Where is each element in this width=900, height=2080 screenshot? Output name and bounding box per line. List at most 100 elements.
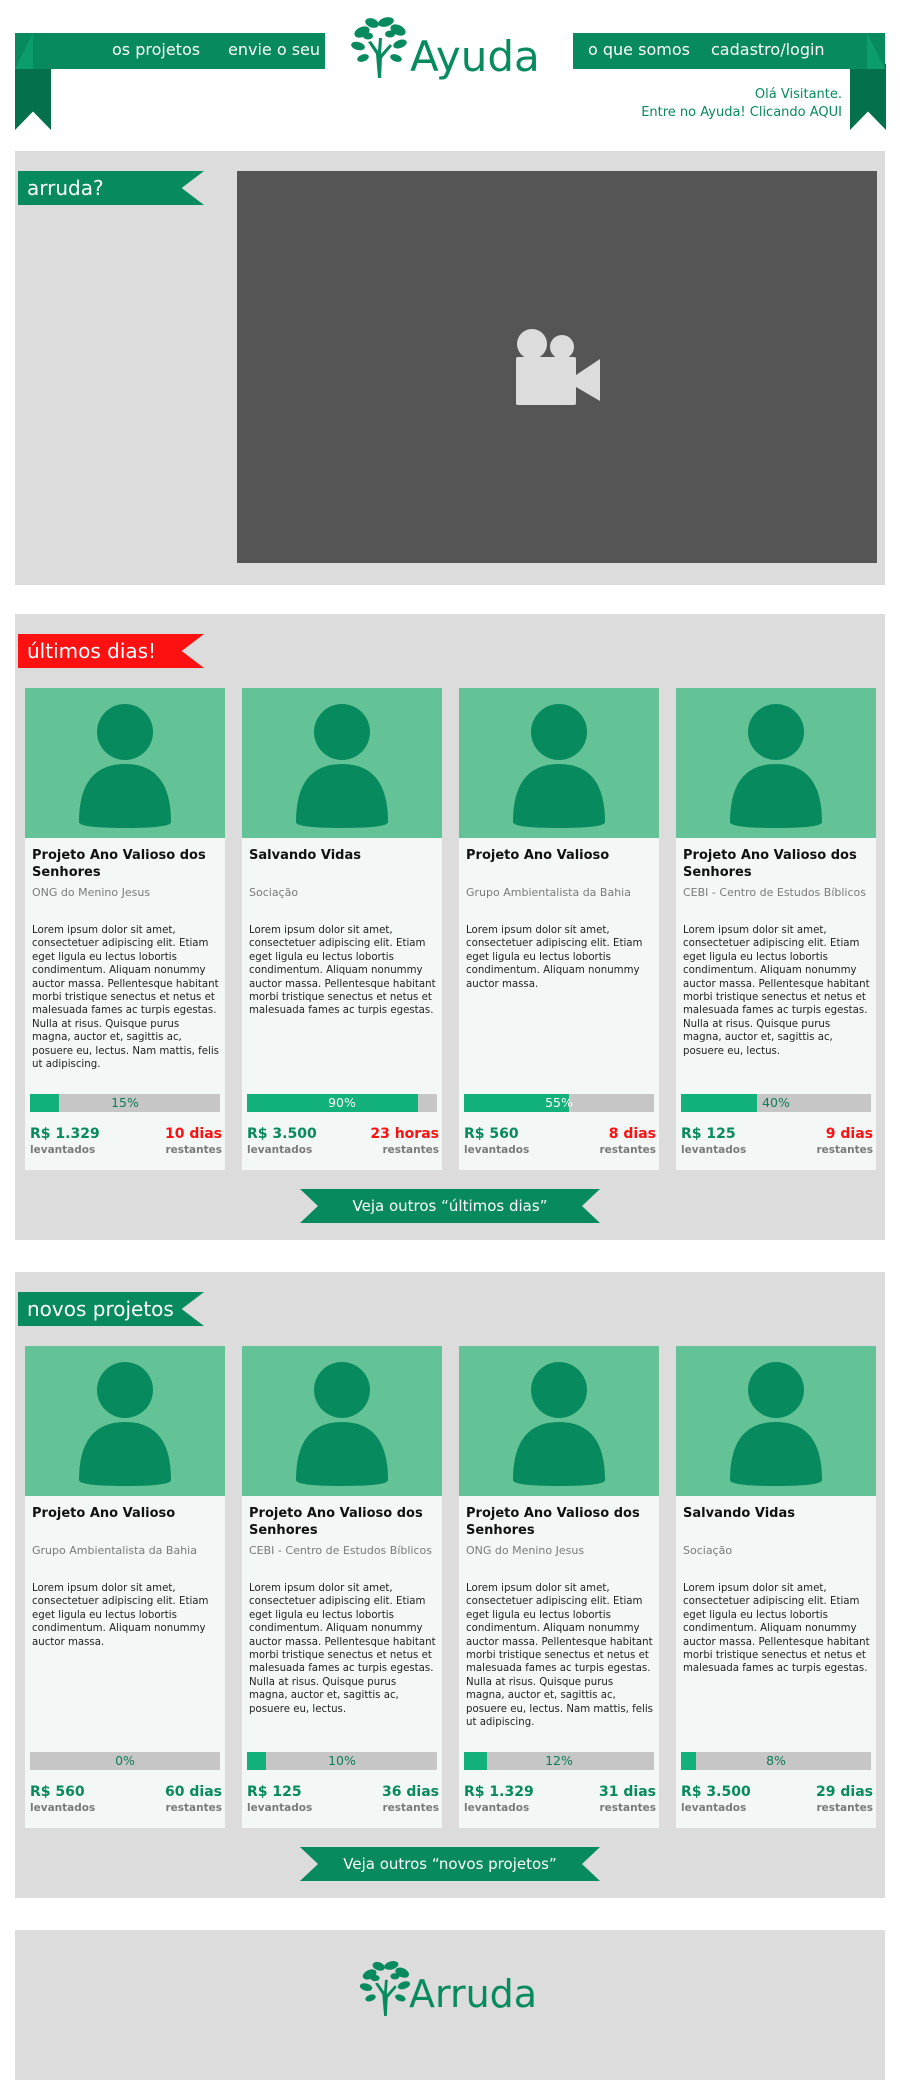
user-avatar-icon xyxy=(296,704,388,828)
project-description: Lorem ipsum dolor sit amet, consectetuer… xyxy=(683,925,870,1057)
user-avatar-icon xyxy=(730,1362,822,1486)
section-flag-novos-projetos: novos projetos xyxy=(18,1292,204,1326)
project-title[interactable]: Projeto Ano Valioso dos Senhores xyxy=(466,1505,654,1539)
project-organization: Grupo Ambientalista da Bahia xyxy=(466,886,631,899)
project-description: Lorem ipsum dolor sit amet, consectetuer… xyxy=(683,1583,870,1675)
project-title[interactable]: Projeto Ano Valioso xyxy=(466,847,654,864)
funding-progress-bar: 90% xyxy=(247,1094,437,1112)
time-remaining: 23 horas xyxy=(370,1126,439,1142)
project-title[interactable]: Projeto Ano Valioso dos Senhores xyxy=(249,1505,437,1539)
project-image[interactable] xyxy=(676,1346,876,1496)
user-avatar-icon xyxy=(79,1362,171,1486)
nav-link-cadastro-login[interactable]: cadastro/login xyxy=(711,40,825,59)
more-ultimos-dias-button[interactable]: Veja outros “últimos dias” xyxy=(300,1189,600,1223)
project-description: Lorem ipsum dolor sit amet, consectetuer… xyxy=(466,925,643,990)
project-organization: ONG do Menino Jesus xyxy=(466,1544,585,1557)
project-organization: CEBI - Centro de Estudos Bíblicos xyxy=(683,886,866,899)
funding-progress-bar: 55% xyxy=(464,1094,654,1112)
time-remaining: 29 dias xyxy=(816,1784,873,1800)
video-player[interactable] xyxy=(237,171,877,563)
site-logo[interactable]: Ayuda xyxy=(348,14,548,84)
project-title[interactable]: Projeto Ano Valioso dos Senhores xyxy=(32,847,220,881)
project-title[interactable]: Salvando Vidas xyxy=(249,847,437,864)
time-remaining: 36 dias xyxy=(382,1784,439,1800)
project-title[interactable]: Projeto Ano Valioso dos Senhores xyxy=(683,847,871,881)
project-organization: Sociação xyxy=(249,886,299,899)
funding-progress-label: 40% xyxy=(762,1095,790,1110)
time-remaining: 8 dias xyxy=(608,1126,656,1142)
amount-raised: R$ 1.329 xyxy=(30,1126,100,1142)
project-image[interactable] xyxy=(242,1346,442,1496)
project-organization: ONG do Menino Jesus xyxy=(32,886,151,899)
time-remaining-label: restantes xyxy=(165,1144,222,1156)
footer-logo-text: Arruda xyxy=(409,1972,538,2016)
funding-progress-label: 8% xyxy=(766,1753,786,1768)
time-remaining: 31 dias xyxy=(599,1784,656,1800)
project-image[interactable] xyxy=(459,1346,659,1496)
project-card[interactable]: Projeto Ano Valioso Grupo Ambientalista d… xyxy=(25,1346,225,1828)
project-card[interactable]: Projeto Ano Valioso dos Senhores ONG do M… xyxy=(459,1346,659,1828)
amount-raised-label: levantados xyxy=(464,1144,530,1156)
user-avatar-icon xyxy=(79,704,171,828)
funding-progress-bar: 15% xyxy=(30,1094,220,1112)
visitor-greeting: Olá Visitante. Entre no Ayuda! Clicando … xyxy=(641,86,842,122)
amount-raised: R$ 560 xyxy=(30,1784,85,1800)
time-remaining-label: restantes xyxy=(816,1144,873,1156)
project-card[interactable]: Projeto Ano Valioso dos Senhores ONG do M… xyxy=(25,688,225,1170)
funding-progress-label: 12% xyxy=(545,1753,573,1768)
amount-raised-label: levantados xyxy=(30,1802,96,1814)
amount-raised-label: levantados xyxy=(30,1144,96,1156)
amount-raised-label: levantados xyxy=(247,1802,313,1814)
project-description: Lorem ipsum dolor sit amet, consectetuer… xyxy=(249,925,436,1017)
video-camera-icon xyxy=(516,329,600,405)
funding-progress-label: 0% xyxy=(115,1753,135,1768)
tree-logo-icon xyxy=(351,17,407,78)
time-remaining-label: restantes xyxy=(165,1802,222,1814)
project-card[interactable]: Salvando Vidas Sociação Lorem ipsum dolor … xyxy=(242,688,442,1170)
amount-raised-label: levantados xyxy=(681,1144,747,1156)
site-header: os projetos envie o seu o que somos cada… xyxy=(0,0,900,140)
nav-link-o-que-somos[interactable]: o que somos xyxy=(588,40,690,59)
project-description: Lorem ipsum dolor sit amet, consectetuer… xyxy=(466,1583,653,1729)
time-remaining: 10 dias xyxy=(165,1126,222,1142)
more-novos-projetos-button[interactable]: Veja outros “novos projetos” xyxy=(300,1847,600,1881)
project-card[interactable]: Projeto Ano Valioso dos Senhores CEBI - C… xyxy=(676,688,876,1170)
project-description: Lorem ipsum dolor sit amet, consectetuer… xyxy=(32,1583,209,1648)
project-title[interactable]: Projeto Ano Valioso xyxy=(32,1505,220,1522)
ribbon-tail-right xyxy=(850,64,886,130)
amount-raised-label: levantados xyxy=(464,1802,530,1814)
project-image[interactable] xyxy=(25,688,225,838)
login-prompt-link[interactable]: Entre no Ayuda! Clicando AQUI xyxy=(641,104,842,122)
amount-raised: R$ 560 xyxy=(464,1126,519,1142)
time-remaining-label: restantes xyxy=(599,1144,656,1156)
time-remaining-label: restantes xyxy=(382,1802,439,1814)
amount-raised-label: levantados xyxy=(247,1144,313,1156)
funding-progress-bar: 12% xyxy=(464,1752,654,1770)
nav-link-envie[interactable]: envie o seu xyxy=(228,40,320,59)
amount-raised: R$ 3.500 xyxy=(247,1126,317,1142)
amount-raised: R$ 3.500 xyxy=(681,1784,751,1800)
project-card[interactable]: Salvando Vidas Sociação Lorem ipsum dolor … xyxy=(676,1346,876,1828)
funding-progress-bar: 40% xyxy=(681,1094,871,1112)
amount-raised: R$ 1.329 xyxy=(464,1784,534,1800)
nav-link-projetos[interactable]: os projetos xyxy=(112,40,200,59)
footer-logo[interactable]: Arruda xyxy=(357,1958,557,2028)
project-image[interactable] xyxy=(25,1346,225,1496)
funding-progress-bar: 10% xyxy=(247,1752,437,1770)
amount-raised: R$ 125 xyxy=(681,1126,736,1142)
time-remaining-label: restantes xyxy=(816,1802,873,1814)
ultimos-dias-section: últimos dias! Projeto Ano Valioso dos Se… xyxy=(15,614,885,1240)
funding-progress-label: 10% xyxy=(328,1753,356,1768)
project-description: Lorem ipsum dolor sit amet, consectetuer… xyxy=(32,925,219,1071)
tree-logo-icon xyxy=(359,1961,411,2016)
section-flag-ultimos-dias: últimos dias! xyxy=(18,634,204,668)
project-title[interactable]: Salvando Vidas xyxy=(683,1505,871,1522)
project-card[interactable]: Projeto Ano Valioso dos Senhores CEBI - C… xyxy=(242,1346,442,1828)
project-organization: Grupo Ambientalista da Bahia xyxy=(32,1544,197,1557)
project-organization: CEBI - Centro de Estudos Bíblicos xyxy=(249,1544,432,1557)
project-image[interactable] xyxy=(676,688,876,838)
project-card[interactable]: Projeto Ano Valioso Grupo Ambientalista d… xyxy=(459,688,659,1170)
project-image[interactable] xyxy=(242,688,442,838)
amount-raised: R$ 125 xyxy=(247,1784,302,1800)
project-image[interactable] xyxy=(459,688,659,838)
